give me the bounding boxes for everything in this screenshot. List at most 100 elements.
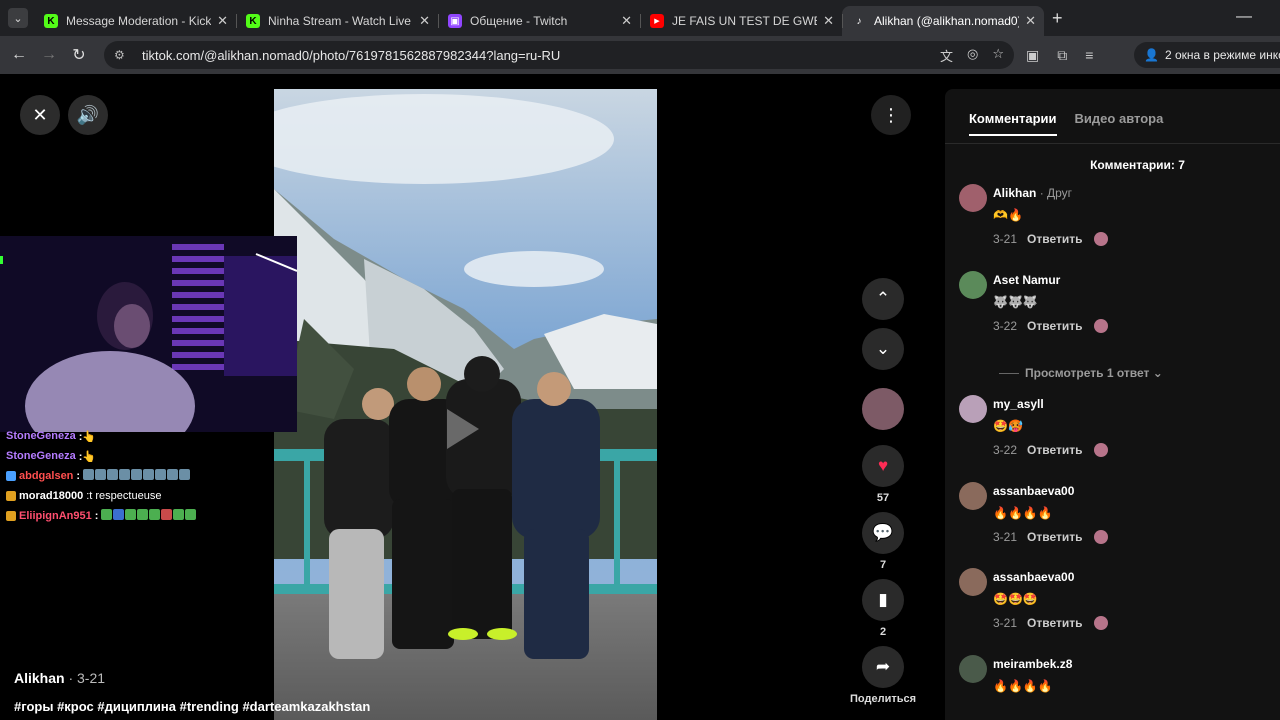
translate-icon[interactable]: 文 [940,46,953,65]
browser-tab-active[interactable]: ♪ Alikhan (@alikhan.nomad0) | Ti ✕ [842,6,1044,36]
chat-message: StoneGeneza :👆 [6,426,336,446]
kick-icon: K [246,14,260,28]
chat-text: :👆 [78,450,97,463]
post-author-line: Alikhan · 3-21 [14,670,105,686]
previous-post-button[interactable]: ⌃ [862,278,904,320]
share-button[interactable]: ➦ [862,646,904,688]
post-date: · 3-21 [68,670,106,686]
close-tab-icon[interactable]: ✕ [419,13,430,29]
comment-username[interactable]: assanbaeva00 [993,570,1074,584]
like-button[interactable]: ♥ [862,445,904,487]
twitch-icon: ▣ [448,14,462,28]
avatar[interactable] [959,568,987,596]
comment-text: 🔥🔥🔥🔥 [993,506,1053,520]
comment-username[interactable]: Aset Namur [993,273,1060,287]
browser-tab[interactable]: K Ninha Stream - Watch Live on K ✕ [236,6,438,36]
save-button[interactable]: ▮ [862,579,904,621]
incognito-label: 2 окна в режиме инкогн [1164,48,1280,62]
eye-off-icon[interactable]: ◎ [967,46,978,65]
chat-message: morad18000 :t respectueuse [6,486,336,506]
chat-text: :t respectueuse [86,490,162,502]
extension-icon[interactable]: ▣ [1026,47,1039,64]
chat-username: abdgalsen [19,470,74,482]
panel-divider [945,143,1280,144]
next-post-button[interactable]: ⌄ [862,328,904,370]
post-author[interactable]: Alikhan [14,670,65,686]
chat-text: : [94,510,99,522]
reply-button[interactable]: Ответить [1027,319,1082,333]
browser-tab[interactable]: K Message Moderation - Kick Da ✕ [34,6,236,36]
chevron-up-icon: ⌃ [875,289,891,308]
url-input[interactable]: ⚙ tiktok.com/@alikhan.nomad0/photo/76197… [104,41,1014,69]
comment-username[interactable]: Alikhan [993,186,1036,200]
tab-title: Ninha Stream - Watch Live on K [268,14,413,28]
comment-relation: · Друг [1039,186,1073,200]
chat-username: StoneGeneza [6,450,76,462]
tab-title: Message Moderation - Kick Da [66,14,212,28]
close-tab-icon[interactable]: ✕ [823,13,834,29]
tab-comments[interactable]: Комментарии [969,111,1057,136]
view-replies-label: Просмотреть 1 ответ [1025,366,1150,380]
comment-button[interactable]: 💬 [862,512,904,554]
avatar[interactable] [959,482,987,510]
reply-button[interactable]: Ответить [1027,443,1082,457]
browser-tab-bar: ⌄ K Message Moderation - Kick Da ✕ K Nin… [0,0,1280,36]
comment-username[interactable]: assanbaeva00 [993,484,1074,498]
reply-button[interactable]: Ответить [1027,232,1082,246]
tab-title: Alikhan (@alikhan.nomad0) | Ti [874,14,1020,28]
tab-author-videos[interactable]: Видео автора [1075,111,1164,136]
close-tab-icon[interactable]: ✕ [217,13,228,29]
browser-tab[interactable]: ▣ Общение - Twitch ✕ [438,6,640,36]
comment-username[interactable]: my_asyll [993,397,1044,411]
sound-button[interactable]: 🔊 [68,95,108,135]
chat-message: StoneGeneza :👆 [6,446,336,466]
avatar[interactable] [959,395,987,423]
reload-icon[interactable]: ↻ [64,45,94,65]
incognito-badge[interactable]: 👤 2 окна в режиме инкогн [1134,42,1280,68]
url-text: tiktok.com/@alikhan.nomad0/photo/7619781… [142,47,561,63]
avatar[interactable] [959,271,987,299]
close-tab-icon[interactable]: ✕ [621,13,632,29]
forward-icon[interactable]: → [34,46,64,64]
more-options-button[interactable]: ⋮ [871,95,911,135]
close-tab-icon[interactable]: ✕ [1025,13,1036,29]
reply-button[interactable]: Ответить [1027,616,1082,630]
post-photo[interactable] [274,89,657,720]
chat-message: abdgalsen : [6,466,336,486]
close-icon: ✕ [32,104,48,125]
close-button[interactable]: ✕ [20,95,60,135]
avatar[interactable] [959,184,987,212]
comment-date: 3-21 [993,530,1018,544]
back-icon[interactable]: ← [4,46,34,64]
share-icon: ➦ [875,657,891,676]
reply-button[interactable]: Ответить [1027,530,1082,544]
star-icon[interactable]: ☆ [992,46,1004,65]
new-tab-icon[interactable]: + [1052,8,1063,29]
comment-username[interactable]: meirambek.z8 [993,657,1072,671]
incognito-icon: 👤 [1144,48,1159,62]
emote-row [83,469,191,483]
comment-text: 🫶🔥 [993,208,1023,222]
author-liked-avatar [1094,319,1109,333]
stream-chat: StoneGeneza :👆 StoneGeneza :👆 abdgalsen … [6,426,336,526]
chat-message: EliipignAn951 : [6,506,336,526]
chat-badge-icon [6,471,16,481]
avatar[interactable] [959,655,987,683]
comment-count: 7 [879,559,887,571]
puzzle-icon[interactable]: ⧉ [1057,47,1067,64]
tab-search-icon[interactable]: ⌄ [8,8,28,28]
site-info-icon[interactable]: ⚙ [114,48,130,62]
browser-tab[interactable]: ▶ JE FAIS UN TEST DE GWERIE ! - ✕ [640,6,842,36]
comment-text: 🤩🥵 [993,419,1023,433]
heart-icon: ♥ [877,456,889,475]
author-avatar[interactable] [862,388,904,430]
comments-panel: Комментарии Видео автора Комментарии: 7 … [945,89,1280,720]
comment-date: 3-22 [993,443,1018,457]
author-liked-avatar [1094,616,1109,630]
media-controls-icon[interactable]: ≡ [1085,47,1093,64]
post-hashtags[interactable]: #горы #крос #дициплина #trending #dartea… [14,699,370,714]
tiktok-photo-viewer: StoneGeneza :👆 StoneGeneza :👆 abdgalsen … [0,74,1280,720]
minimize-icon[interactable]: — [1236,8,1252,26]
view-replies-button[interactable]: Просмотреть 1 ответ ⌄ [999,366,1163,380]
bookmark-icon: ▮ [878,590,888,609]
